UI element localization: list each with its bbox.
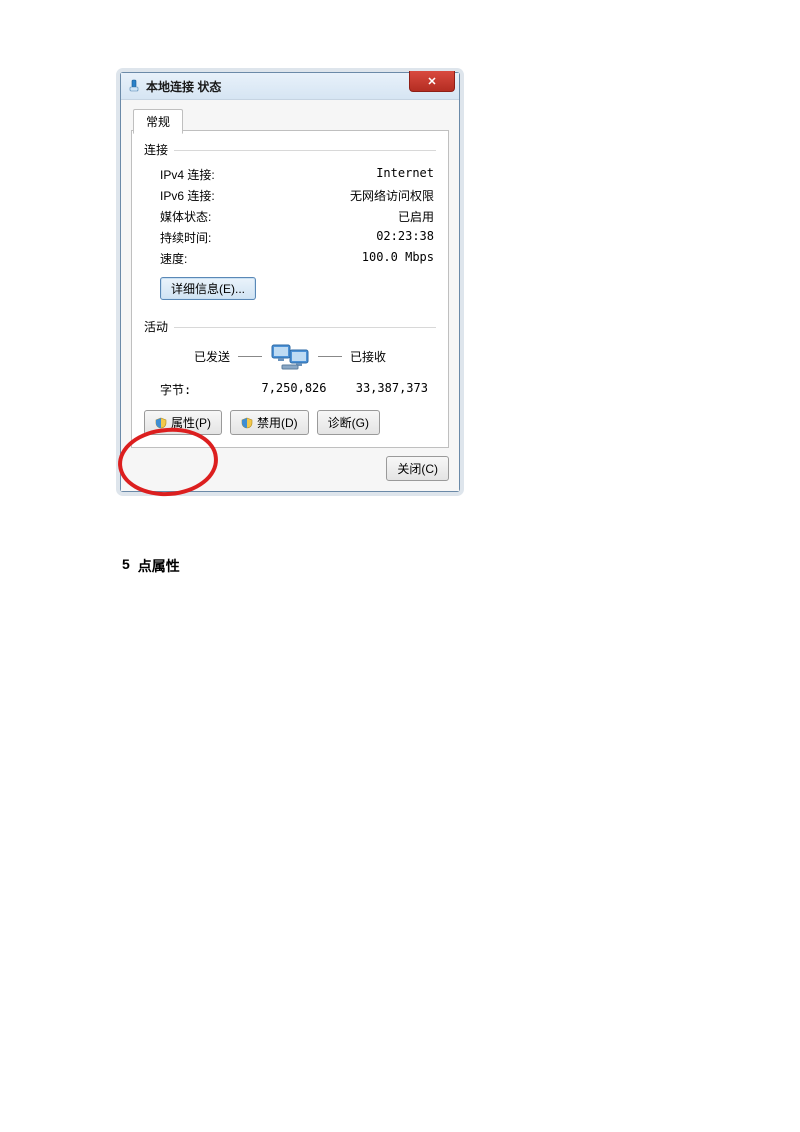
step-text: 点属性 — [138, 556, 180, 576]
speed-label: 速度: — [160, 250, 187, 267]
details-button[interactable]: 详细信息(E)... — [160, 277, 256, 300]
group-connection: 连接 — [144, 141, 436, 158]
group-connection-title: 连接 — [144, 141, 168, 158]
dash-right — [318, 356, 342, 357]
tab-general[interactable]: 常规 — [133, 109, 183, 134]
ipv6-label: IPv6 连接: — [160, 187, 215, 204]
disable-button-label: 禁用(D) — [257, 414, 298, 431]
diagnose-button-label: 诊断(G) — [328, 414, 369, 431]
activity-diagram: 已发送 — [144, 341, 436, 371]
media-state-label: 媒体状态: — [160, 208, 211, 225]
diagnose-button[interactable]: 诊断(G) — [317, 410, 380, 435]
disable-button[interactable]: 禁用(D) — [230, 410, 309, 435]
close-icon: ✕ — [427, 75, 436, 88]
divider — [174, 327, 436, 328]
ipv4-value: Internet — [376, 166, 434, 183]
close-dialog-button-label: 关闭(C) — [397, 460, 438, 477]
step-number: 5 — [122, 556, 130, 576]
group-activity: 活动 — [144, 318, 436, 335]
group-activity-title: 活动 — [144, 318, 168, 335]
window-title: 本地连接 状态 — [146, 78, 221, 95]
close-button[interactable]: ✕ — [409, 71, 455, 92]
step-caption: 5 点属性 — [122, 556, 180, 576]
dash-left — [238, 356, 262, 357]
tab-strip: 常规 — [131, 108, 449, 131]
media-state-value: 已启用 — [398, 208, 434, 225]
computers-icon — [270, 341, 310, 371]
ipv4-label: IPv4 连接: — [160, 166, 215, 183]
received-label: 已接收 — [350, 348, 386, 365]
bytes-sent-value: 7,250,826 — [249, 381, 338, 398]
duration-label: 持续时间: — [160, 229, 211, 246]
ipv6-value: 无网络访问权限 — [350, 187, 434, 204]
titlebar: 本地连接 状态 ✕ — [121, 73, 459, 100]
tab-content: 连接 IPv4 连接: Internet IPv6 连接: 无网络访问权限 媒体… — [131, 131, 449, 448]
bytes-label: 字节: — [160, 381, 249, 398]
sent-label: 已发送 — [194, 348, 230, 365]
properties-button[interactable]: 属性(P) — [144, 410, 222, 435]
close-dialog-button[interactable]: 关闭(C) — [386, 456, 449, 481]
properties-button-label: 属性(P) — [171, 414, 211, 431]
network-icon — [127, 79, 141, 93]
speed-value: 100.0 Mbps — [362, 250, 434, 267]
dialog-window: 本地连接 状态 ✕ 常规 连接 IPv4 连接: — [120, 72, 460, 492]
bytes-received-value: 33,387,373 — [339, 381, 428, 398]
shield-icon — [155, 417, 167, 429]
shield-icon — [241, 417, 253, 429]
divider — [174, 150, 436, 151]
duration-value: 02:23:38 — [376, 229, 434, 246]
